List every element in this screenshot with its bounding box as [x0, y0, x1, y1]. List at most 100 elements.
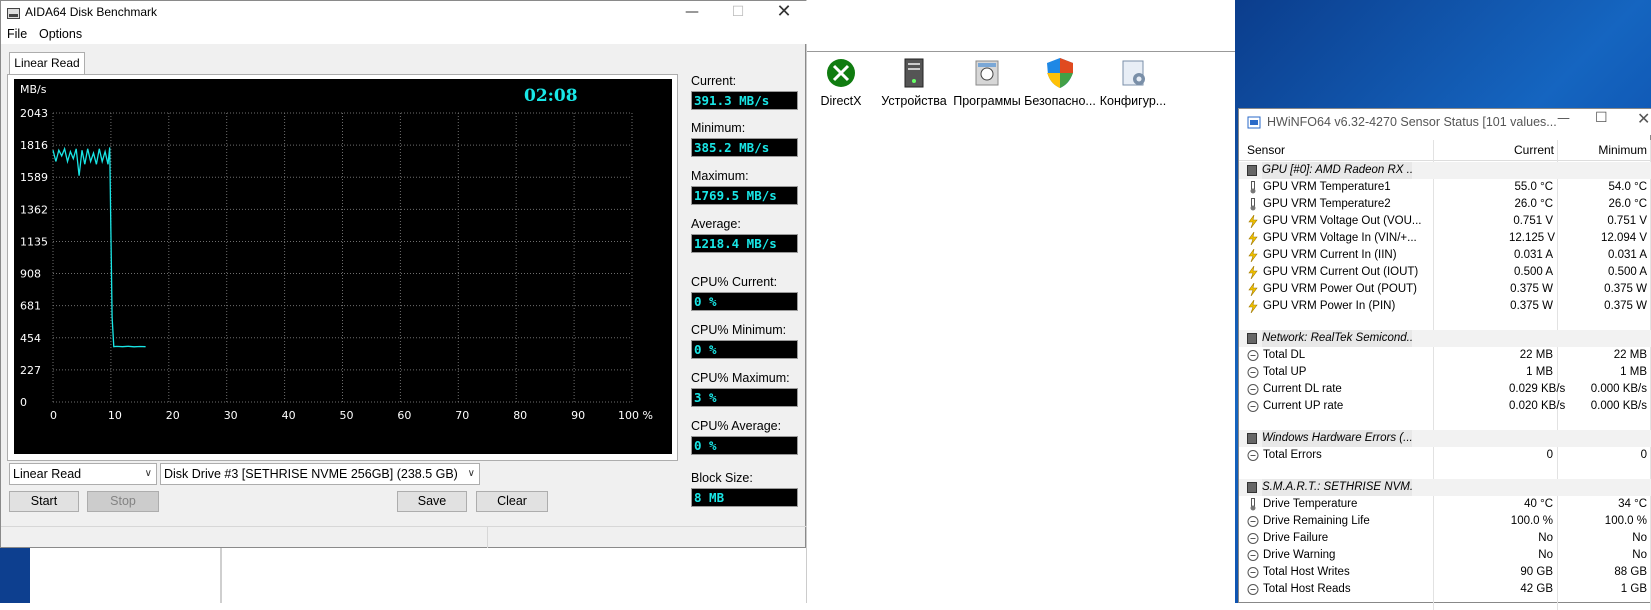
sensor-name: GPU VRM Current In (IIN): [1263, 249, 1397, 261]
aida-title-bar[interactable]: AIDA64 Disk Benchmark — ☐ ✕: [1, 1, 807, 24]
save-button[interactable]: Save: [397, 491, 467, 512]
sensor-row[interactable]: GPU VRM Temperature1 55.0 °C 54.0 °C: [1239, 179, 1651, 196]
sensor-name: GPU VRM Current Out (IOUT): [1263, 266, 1419, 278]
clear-button[interactable]: Clear: [476, 491, 548, 512]
sensor-name: Drive Failure: [1263, 532, 1329, 544]
stat-value: 0 %: [691, 292, 798, 311]
sensor-name: Total Host Reads: [1263, 583, 1351, 595]
sensor-name: Total UP: [1263, 366, 1307, 378]
explorer-tile[interactable]: Устройства: [874, 56, 954, 108]
stat-value: 385.2 MB/s: [691, 138, 798, 157]
sensor-row[interactable]: Drive Warning No No: [1239, 547, 1651, 564]
explorer-tile-label: Безопасно...: [1024, 94, 1096, 108]
sensor-row[interactable]: Drive Temperature 40 °C 34 °C: [1239, 496, 1651, 513]
chevron-down-icon: ∨: [144, 468, 152, 479]
sensor-row[interactable]: Current UP rate 0.020 KB/s 0.000 KB/s: [1239, 398, 1651, 415]
lightning-icon: [1247, 265, 1259, 280]
sensor-row[interactable]: GPU VRM Temperature2 26.0 °C 26.0 °C: [1239, 196, 1651, 213]
start-button[interactable]: Start: [9, 491, 79, 512]
hwinfo-app-icon: [1247, 116, 1261, 129]
sensor-group-label: S.M.A.R.T.: SETHRISE NVM...: [1262, 479, 1412, 496]
sensor-current: No: [1538, 549, 1553, 561]
aida-menu-bar: File Options: [1, 24, 807, 44]
stat-label: Current:: [691, 74, 737, 88]
chart-y-tick: 1816: [20, 139, 48, 152]
drive-select[interactable]: Disk Drive #3 [SETHRISE NVME 256GB] (238…: [160, 463, 480, 485]
chip-icon: [1247, 433, 1257, 444]
sensor-minimum: 1 GB: [1620, 583, 1647, 595]
chart-x-tick: 20: [166, 409, 180, 422]
sensor-group[interactable]: S.M.A.R.T.: SETHRISE NVM...: [1239, 479, 1651, 496]
sensor-name: Total Host Writes: [1263, 566, 1350, 578]
sensor-current: 42 GB: [1520, 583, 1553, 595]
minimize-button[interactable]: —: [1557, 111, 1570, 126]
lightning-icon: [1247, 231, 1259, 246]
explorer-tile[interactable]: Конфигур...: [1093, 56, 1173, 108]
chart-x-tick: 30: [224, 409, 238, 422]
sensor-minimum: 54.0 °C: [1608, 181, 1647, 193]
column-sensor[interactable]: Sensor: [1247, 143, 1285, 157]
close-button[interactable]: ✕: [761, 1, 807, 24]
sensor-minimum: 0.500 A: [1607, 266, 1647, 278]
explorer-tile[interactable]: Безопасно...: [1020, 56, 1100, 108]
sensor-minimum: 34 °C: [1618, 498, 1647, 510]
explorer-tile[interactable]: DirectX: [801, 56, 881, 108]
sensor-current: 1 MB: [1526, 366, 1553, 378]
sensor-row[interactable]: GPU VRM Power In (PIN) 0.375 W 0.375 W: [1239, 298, 1651, 315]
shield-icon: [1043, 56, 1077, 90]
thermometer-icon: [1247, 181, 1259, 194]
sensor-row[interactable]: Total DL 22 MB 22 MB: [1239, 347, 1651, 364]
explorer-divider: [807, 51, 1235, 52]
sensor-row[interactable]: Total Host Writes 90 GB 88 GB: [1239, 564, 1651, 581]
stat-label: Average:: [691, 217, 741, 231]
sensor-group[interactable]: GPU [#0]: AMD Radeon RX ...: [1239, 162, 1651, 179]
test-select[interactable]: Linear Read ∨: [9, 463, 157, 485]
maximize-button[interactable]: ☐: [715, 1, 761, 24]
sensor-row[interactable]: Drive Failure No No: [1239, 530, 1651, 547]
menu-file[interactable]: File: [7, 27, 27, 41]
column-current[interactable]: Current: [1506, 143, 1554, 157]
disk-icon: [7, 8, 20, 19]
sensor-current: 0: [1546, 449, 1553, 461]
explorer-tile-label: Конфигур...: [1099, 94, 1167, 108]
sensor-name: Drive Warning: [1263, 549, 1336, 561]
chart-x-tick: 60: [397, 409, 411, 422]
sensor-row[interactable]: GPU VRM Current Out (IOUT) 0.500 A 0.500 A: [1239, 264, 1651, 281]
sensor-row[interactable]: Total Host Reads 42 GB 1 GB: [1239, 581, 1651, 598]
sensor-minimum: No: [1632, 549, 1647, 561]
sensor-row[interactable]: Drive Remaining Life 100.0 % 100.0 %: [1239, 513, 1651, 530]
maximize-button[interactable]: ☐: [1595, 110, 1608, 126]
tab-linear-read[interactable]: Linear Read: [9, 52, 85, 75]
column-minimum[interactable]: Minimum: [1579, 143, 1647, 157]
stat-label: CPU% Average:: [691, 419, 782, 433]
chart-svg: 2043 1816 1589 1362 1135 908 681 454 227 0 0 10 20 3…: [20, 83, 653, 422]
sensor-row[interactable]: GPU VRM Voltage In (VIN/+... 12.125 V 12.0…: [1239, 230, 1651, 247]
sensor-row[interactable]: GPU VRM Current In (IIN) 0.031 A 0.031 A: [1239, 247, 1651, 264]
chart-x-tick: 100 %: [618, 409, 653, 422]
minimize-button[interactable]: —: [669, 1, 715, 24]
sensor-minimum: 0.375 W: [1604, 300, 1647, 312]
explorer-tile[interactable]: Программы: [947, 56, 1027, 108]
hwinfo-title-bar[interactable]: HWiNFO64 v6.32-4270 Sensor Status [101 v…: [1239, 109, 1651, 135]
sensor-row[interactable]: GPU VRM Voltage Out (VOU... 0.751 V 0.751 …: [1239, 213, 1651, 230]
sensor-group[interactable]: Windows Hardware Errors (...: [1239, 430, 1651, 447]
chip-icon: [1247, 482, 1257, 493]
sensor-row[interactable]: Current DL rate 0.029 KB/s 0.000 KB/s: [1239, 381, 1651, 398]
test-select-value: Linear Read: [13, 467, 82, 481]
stat-value: 0 %: [691, 436, 798, 455]
explorer-window: DirectX Устройства Программы Безопасно... Ко…: [806, 0, 1235, 603]
hwinfo-sensor-window: HWiNFO64 v6.32-4270 Sensor Status [101 v…: [1238, 108, 1651, 610]
sensor-name: Current DL rate: [1263, 383, 1342, 395]
sensor-row[interactable]: GPU VRM Power Out (POUT) 0.375 W 0.375 W: [1239, 281, 1651, 298]
menu-options[interactable]: Options: [39, 27, 82, 41]
sensor-current: 0.751 V: [1513, 215, 1553, 227]
stop-button[interactable]: Stop: [87, 491, 159, 512]
sensor-group[interactable]: Network: RealTek Semicond...: [1239, 330, 1651, 347]
sensor-minimum: 22 MB: [1613, 349, 1647, 361]
sensor-row[interactable]: Total UP 1 MB 1 MB: [1239, 364, 1651, 381]
config-icon: [1116, 56, 1150, 90]
close-button[interactable]: ✕: [1637, 109, 1650, 128]
stat-label: CPU% Minimum:: [691, 323, 787, 337]
sensor-current: 0.500 A: [1513, 266, 1553, 278]
sensor-row[interactable]: Total Errors 0 0: [1239, 447, 1651, 464]
